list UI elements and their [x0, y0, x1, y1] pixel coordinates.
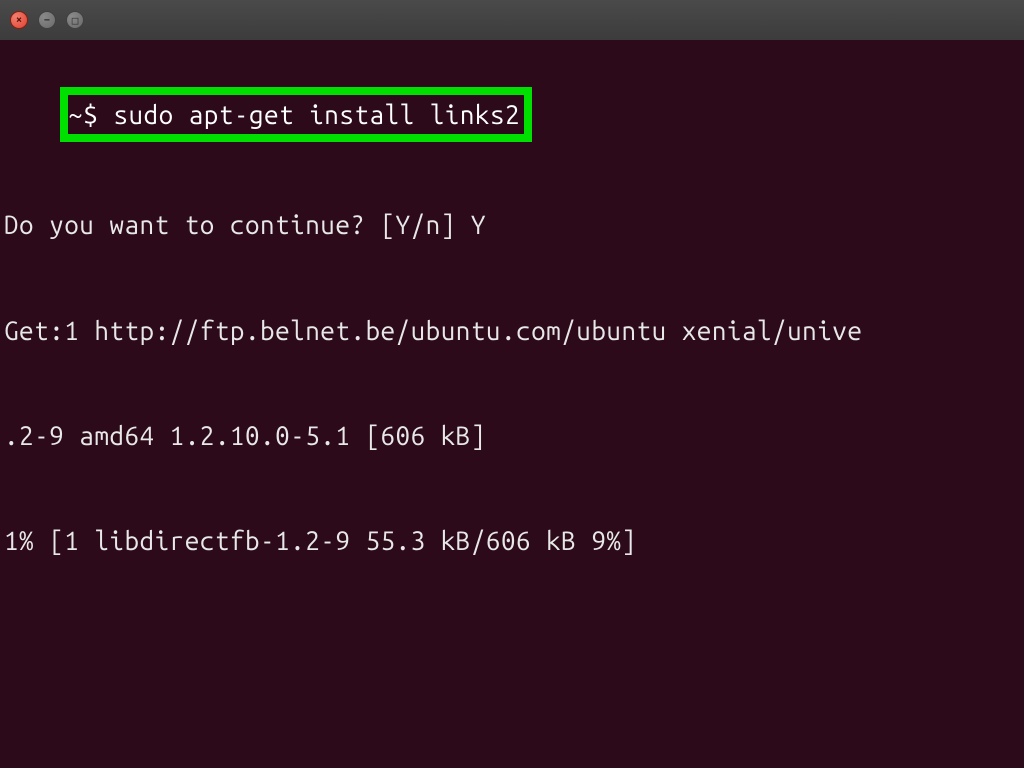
output-line: .2-9 amd64 1.2.10.0-5.1 [606 kB]: [4, 418, 1020, 453]
close-button[interactable]: ×: [10, 11, 28, 29]
highlighted-command-box: ~$ sudo apt-get install links2: [60, 87, 532, 142]
close-icon: ×: [16, 14, 22, 26]
terminal-output[interactable]: ~$ sudo apt-get install links2 Do you wa…: [0, 40, 1024, 632]
output-line: Do you want to continue? [Y/n] Y: [4, 207, 1020, 242]
minimize-button[interactable]: −: [38, 11, 56, 29]
minimize-icon: −: [44, 14, 50, 26]
output-line: Get:1 http://ftp.belnet.be/ubuntu.com/ub…: [4, 313, 1020, 348]
window-titlebar: × − □: [0, 0, 1024, 40]
shell-prompt: ~$: [68, 100, 113, 129]
maximize-icon: □: [72, 14, 79, 27]
terminal-window: × − □ ~$ sudo apt-get install links2 Do …: [0, 0, 1024, 768]
command-text: sudo apt-get install links2: [113, 100, 520, 129]
maximize-button[interactable]: □: [66, 11, 84, 29]
output-line: 1% [1 libdirectfb-1.2-9 55.3 kB/606 kB 9…: [4, 523, 1020, 558]
